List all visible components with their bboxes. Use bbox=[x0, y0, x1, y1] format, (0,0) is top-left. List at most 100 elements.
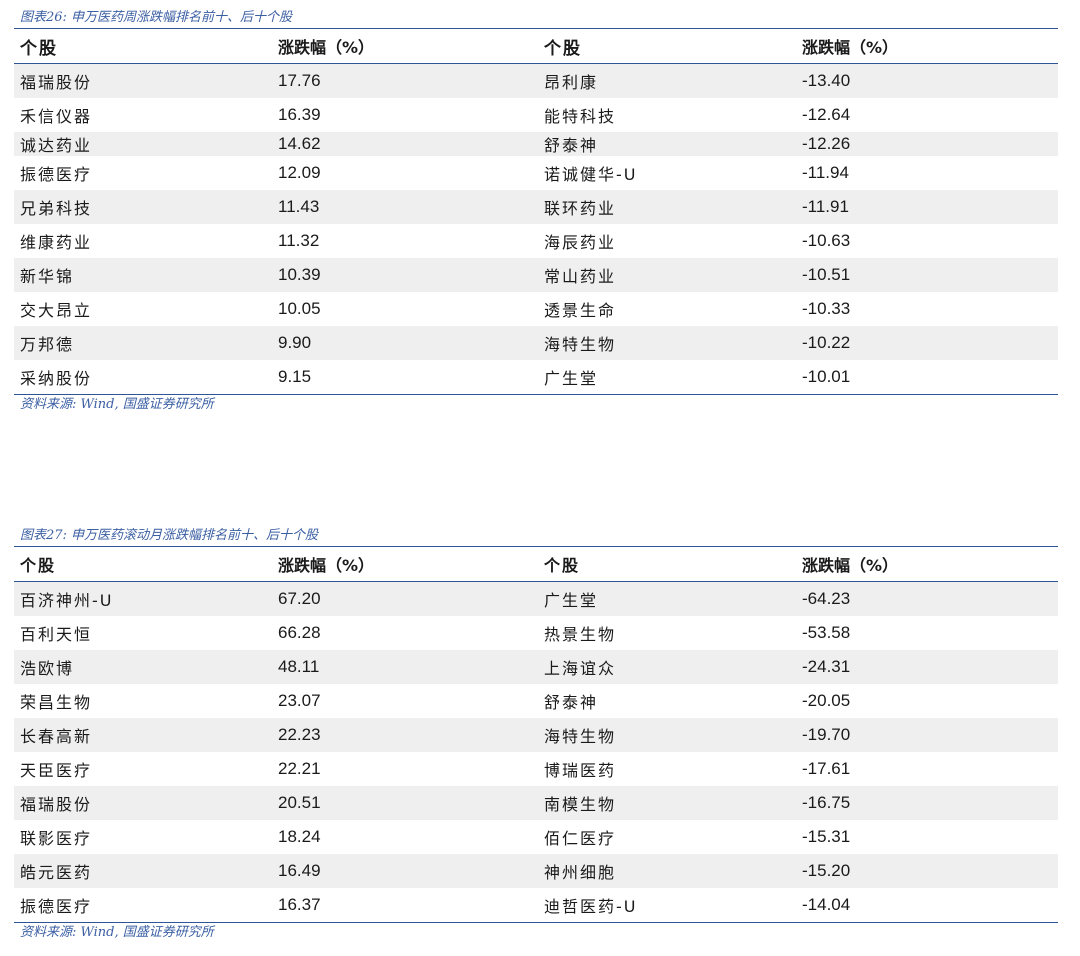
stock-name-cell: 振德医疗 bbox=[20, 165, 93, 184]
table-block-27: 图表27: 申万医药滚动月涨跌幅排名前十、后十个股 个股 涨跌幅（%） 个股 涨… bbox=[14, 526, 1058, 943]
change-value-cell: -20.05 bbox=[802, 691, 851, 710]
stock-name-cell: 南模生物 bbox=[544, 795, 617, 814]
table-row: 振德医疗 12.09 诺诚健华-U -11.94 bbox=[14, 156, 1058, 190]
table-row: 长春高新 22.23 海特生物 -19.70 bbox=[14, 718, 1058, 752]
stock-name-cell: 广生堂 bbox=[544, 369, 599, 388]
stock-name-cell: 常山药业 bbox=[544, 267, 617, 286]
stock-name-cell: 长春高新 bbox=[20, 727, 93, 746]
stock-name-cell: 振德医疗 bbox=[20, 897, 93, 916]
table-row: 兄弟科技 11.43 联环药业 -11.91 bbox=[14, 190, 1058, 224]
header-stock: 个股 bbox=[544, 556, 581, 575]
stock-name-cell: 浩欧博 bbox=[20, 659, 75, 678]
stock-name-cell: 上海谊众 bbox=[544, 659, 617, 678]
stock-name-cell: 新华锦 bbox=[20, 267, 75, 286]
stock-name-cell: 广生堂 bbox=[544, 591, 599, 610]
table-block-26: 图表26: 申万医药周涨跌幅排名前十、后十个股 个股 涨跌幅（%） 个股 涨跌幅… bbox=[14, 8, 1058, 415]
table-caption: 图表26: 申万医药周涨跌幅排名前十、后十个股 bbox=[20, 10, 293, 25]
table-row: 皓元医药 16.49 神州细胞 -15.20 bbox=[14, 854, 1058, 888]
table-row: 福瑞股份 20.51 南模生物 -16.75 bbox=[14, 786, 1058, 820]
stock-name-cell: 百济神州-U bbox=[20, 591, 114, 610]
change-value-cell: -15.31 bbox=[802, 827, 851, 846]
change-value-cell: 11.43 bbox=[278, 197, 320, 216]
stock-name-cell: 兄弟科技 bbox=[20, 199, 93, 218]
stock-name-cell: 昂利康 bbox=[544, 73, 599, 92]
change-value-cell: -17.61 bbox=[802, 759, 851, 778]
stock-name-cell: 海特生物 bbox=[544, 335, 617, 354]
table-source: 资料来源: Wind, 国盛证券研究所 bbox=[20, 925, 214, 940]
stock-name-cell: 神州细胞 bbox=[544, 863, 617, 882]
table-row: 福瑞股份 17.76 昂利康 -13.40 bbox=[14, 64, 1058, 98]
stock-name-cell: 舒泰神 bbox=[544, 693, 599, 712]
change-value-cell: -16.75 bbox=[802, 793, 851, 812]
change-value-cell: -12.64 bbox=[802, 105, 851, 124]
change-value-cell: -64.23 bbox=[802, 589, 851, 608]
change-value-cell: -19.70 bbox=[802, 725, 851, 744]
stock-name-cell: 维康药业 bbox=[20, 233, 93, 252]
change-value-cell: 18.24 bbox=[278, 827, 321, 846]
change-value-cell: 11.32 bbox=[278, 231, 320, 250]
table-row: 禾信仪器 16.39 能特科技 -12.64 bbox=[14, 98, 1058, 132]
table-row: 百利天恒 66.28 热景生物 -53.58 bbox=[14, 616, 1058, 650]
stock-name-cell: 海辰药业 bbox=[544, 233, 617, 252]
change-value-cell: -24.31 bbox=[802, 657, 851, 676]
header-change: 涨跌幅（%） bbox=[278, 556, 375, 575]
change-value-cell: -13.40 bbox=[802, 71, 851, 90]
change-value-cell: -10.22 bbox=[802, 333, 851, 352]
stock-name-cell: 能特科技 bbox=[544, 107, 617, 126]
stock-name-cell: 万邦德 bbox=[20, 335, 75, 354]
change-value-cell: 20.51 bbox=[278, 793, 321, 812]
table-row: 万邦德 9.90 海特生物 -10.22 bbox=[14, 326, 1058, 360]
stock-name-cell: 皓元医药 bbox=[20, 863, 93, 882]
stock-name-cell: 福瑞股份 bbox=[20, 795, 93, 814]
change-value-cell: 22.21 bbox=[278, 759, 321, 778]
change-value-cell: -11.94 bbox=[802, 163, 849, 182]
table-header-row: 个股 涨跌幅（%） 个股 涨跌幅（%） bbox=[14, 29, 1058, 64]
stock-name-cell: 诚达药业 bbox=[20, 136, 93, 155]
change-value-cell: -53.58 bbox=[802, 623, 851, 642]
stock-name-cell: 舒泰神 bbox=[544, 136, 599, 155]
change-value-cell: -10.33 bbox=[802, 299, 851, 318]
header-stock: 个股 bbox=[544, 38, 582, 59]
stock-name-cell: 天臣医疗 bbox=[20, 761, 93, 780]
stock-name-cell: 热景生物 bbox=[544, 625, 617, 644]
table-row: 诚达药业 14.62 舒泰神 -12.26 bbox=[14, 132, 1058, 156]
table-caption: 图表27: 申万医药滚动月涨跌幅排名前十、后十个股 bbox=[20, 528, 319, 543]
change-value-cell: 12.09 bbox=[278, 163, 321, 182]
change-value-cell: 66.28 bbox=[278, 623, 321, 642]
change-value-cell: 48.11 bbox=[278, 657, 320, 676]
change-value-cell: 17.76 bbox=[278, 71, 321, 90]
table-body: 百济神州-U 67.20 广生堂 -64.23 百利天恒 66.28 热景生物 -53.58 浩… bbox=[14, 582, 1058, 922]
change-value-cell: -10.01 bbox=[802, 367, 851, 386]
change-value-cell: 22.23 bbox=[278, 725, 321, 744]
change-value-cell: 9.90 bbox=[278, 333, 312, 352]
header-change: 涨跌幅（%） bbox=[802, 38, 899, 57]
change-value-cell: -12.26 bbox=[802, 134, 851, 153]
change-value-cell: -11.91 bbox=[802, 197, 849, 216]
change-value-cell: 9.15 bbox=[278, 367, 312, 386]
change-value-cell: -14.04 bbox=[802, 895, 851, 914]
table-row: 荣昌生物 23.07 舒泰神 -20.05 bbox=[14, 684, 1058, 718]
table-row: 采纳股份 9.15 广生堂 -10.01 bbox=[14, 360, 1058, 394]
header-change: 涨跌幅（%） bbox=[278, 38, 375, 57]
header-stock: 个股 bbox=[20, 38, 58, 59]
table-row: 天臣医疗 22.21 博瑞医药 -17.61 bbox=[14, 752, 1058, 786]
change-value-cell: 16.39 bbox=[278, 105, 321, 124]
table-row: 维康药业 11.32 海辰药业 -10.63 bbox=[14, 224, 1058, 258]
stock-name-cell: 荣昌生物 bbox=[20, 693, 93, 712]
stock-name-cell: 博瑞医药 bbox=[544, 761, 617, 780]
stock-name-cell: 佰仁医疗 bbox=[544, 829, 617, 848]
stock-name-cell: 禾信仪器 bbox=[20, 107, 93, 126]
stock-name-cell: 海特生物 bbox=[544, 727, 617, 746]
stock-name-cell: 采纳股份 bbox=[20, 369, 93, 388]
change-value-cell: 67.20 bbox=[278, 589, 321, 608]
stock-name-cell: 诺诚健华-U bbox=[544, 165, 638, 184]
change-value-cell: 16.37 bbox=[278, 895, 321, 914]
stock-name-cell: 迪哲医药-U bbox=[544, 897, 638, 916]
stock-name-cell: 联影医疗 bbox=[20, 829, 93, 848]
header-stock: 个股 bbox=[20, 556, 57, 575]
table-row: 百济神州-U 67.20 广生堂 -64.23 bbox=[14, 582, 1058, 616]
stock-name-cell: 透景生命 bbox=[544, 301, 617, 320]
table-row: 交大昂立 10.05 透景生命 -10.33 bbox=[14, 292, 1058, 326]
stock-name-cell: 交大昂立 bbox=[20, 301, 93, 320]
header-change: 涨跌幅（%） bbox=[802, 556, 899, 575]
